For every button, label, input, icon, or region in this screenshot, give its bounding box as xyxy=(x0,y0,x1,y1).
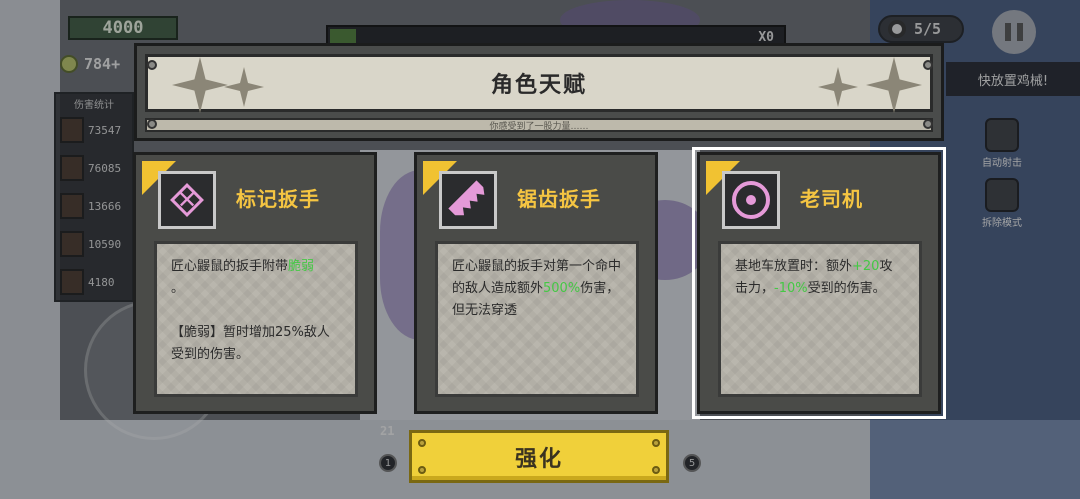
card-title: 锯齿扳手 xyxy=(517,187,601,211)
sparkle-icon xyxy=(224,67,264,107)
bolt-icon xyxy=(147,60,157,70)
bolt-icon xyxy=(147,119,157,129)
desc-highlight: 500% xyxy=(543,281,581,296)
talent-card-saw-wrench[interactable]: 锯齿扳手 匠心鼹鼠的扳手对第一个命中的敌人造成额外500%伤害，但无法穿透 xyxy=(414,152,658,414)
sparkle-icon xyxy=(866,57,922,113)
bolt-icon xyxy=(923,60,933,70)
card-description: 基地车放置时：额外+20攻击力，-10%受到的伤害。 xyxy=(718,241,922,397)
bolt-icon xyxy=(418,466,426,474)
talent-card-mark-wrench[interactable]: 标记扳手 匠心鼹鼠的扳手附带脆弱。【脆弱】暂时增加25%敌人受到的伤害。 xyxy=(133,152,377,414)
card-header: 标记扳手 xyxy=(136,155,374,231)
card-header: 锯齿扳手 xyxy=(417,155,655,231)
desc-highlight: 脆弱 xyxy=(288,259,315,274)
desc-text: 基地车放置时：额外 xyxy=(735,259,853,274)
desc-text: 匠心鼹鼠的扳手附带 xyxy=(171,259,289,274)
enhance-button-label: 强化 xyxy=(514,446,563,472)
desc-text: 受到的伤害。 xyxy=(807,281,886,296)
desc-highlight: +20 xyxy=(852,259,880,274)
sparkle-icon xyxy=(172,57,228,113)
subtitle-strip: 你感受到了一股力量…… xyxy=(145,118,933,132)
card-description: 匠心鼹鼠的扳手对第一个命中的敌人造成额外500%伤害，但无法穿透 xyxy=(435,241,639,397)
bolt-icon xyxy=(652,439,660,447)
card-title: 标记扳手 xyxy=(236,187,320,211)
target-cross-icon xyxy=(158,171,216,229)
steering-wheel-icon xyxy=(722,171,780,229)
card-description: 匠心鼹鼠的扳手附带脆弱。【脆弱】暂时增加25%敌人受到的伤害。 xyxy=(154,241,358,397)
modal-title: 角色天赋 xyxy=(490,73,587,98)
bolt-icon xyxy=(652,466,660,474)
card-title: 老司机 xyxy=(800,187,863,211)
saw-blade-icon xyxy=(439,171,497,229)
card-header: 老司机 xyxy=(700,155,938,231)
enhance-button[interactable]: 强化 xyxy=(409,430,669,483)
bolt-icon xyxy=(923,119,933,129)
banner-plate: 角色天赋 xyxy=(145,54,933,112)
modal-subtitle: 你感受到了一股力量…… xyxy=(489,121,589,132)
bolt-icon xyxy=(418,439,426,447)
sparkle-icon xyxy=(818,67,858,107)
desc-text: 。 xyxy=(171,281,185,296)
desc-text: 【脆弱】暂时增加25%敌人受到的伤害。 xyxy=(171,325,330,362)
talent-card-veteran-driver[interactable]: 老司机 基地车放置时：额外+20攻击力，-10%受到的伤害。 xyxy=(692,147,946,419)
desc-highlight: -10% xyxy=(774,281,808,296)
talent-banner: 角色天赋 你感受到了一股力量…… xyxy=(134,43,944,141)
